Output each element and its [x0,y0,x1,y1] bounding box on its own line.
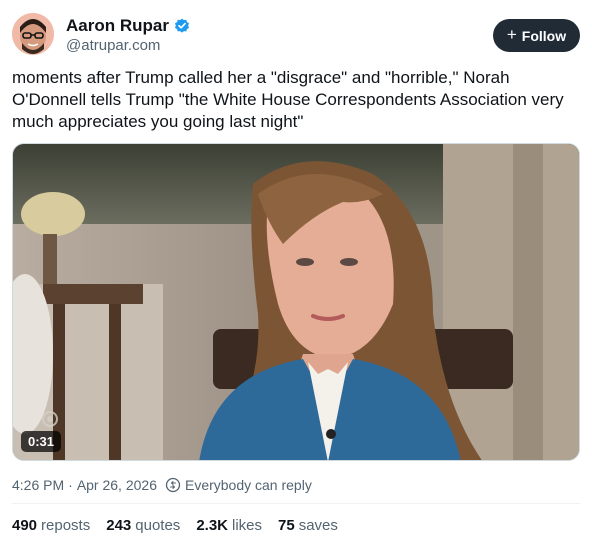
stat-likes[interactable]: 2.3K likes [196,517,262,534]
follow-button[interactable]: + Follow [493,19,580,52]
stat-count: 243 [106,517,132,534]
stat-count: 75 [278,517,295,534]
post-meta: 4:26 PM · Apr 26, 2026 Everybody can rep… [12,477,312,493]
plus-icon: + [506,25,517,44]
stat-count: 490 [12,517,38,534]
stat-reposts[interactable]: 490 reposts [12,517,90,534]
stat-label: reposts [41,517,91,534]
post-date[interactable]: Apr 26, 2026 [77,477,157,493]
stat-label: quotes [135,517,181,534]
stat-saves[interactable]: 75 saves [278,517,338,534]
avatar[interactable] [12,13,54,55]
stat-quotes[interactable]: 243 quotes [106,517,180,534]
stat-label: likes [232,517,263,534]
video-player[interactable]: 0:31 [12,143,580,461]
post-text: moments after Trump called her a "disgra… [12,68,564,131]
divider [12,503,580,504]
meta-separator: · [68,477,73,493]
post-header: Aaron Rupar @atrupar.com + Follow [12,13,580,57]
stat-count: 2.3K [196,517,228,534]
post-stats: 490 reposts 243 quotes 2.3K likes 75 saves [12,517,354,534]
author-handle[interactable]: @atrupar.com [66,37,160,54]
author-display-name[interactable]: Aaron Rupar [66,16,169,36]
follow-button-label: Follow [521,27,567,44]
video-thumbnail [13,144,579,460]
stat-label: saves [298,517,338,534]
video-duration: 0:31 [21,431,62,452]
verified-badge-icon [174,18,190,34]
reply-setting[interactable]: Everybody can reply [185,477,312,493]
post-time[interactable]: 4:26 PM [12,477,64,493]
author-name-line: Aaron Rupar [66,16,190,36]
avatar-illustration [12,13,54,55]
reply-settings-icon [165,477,181,493]
